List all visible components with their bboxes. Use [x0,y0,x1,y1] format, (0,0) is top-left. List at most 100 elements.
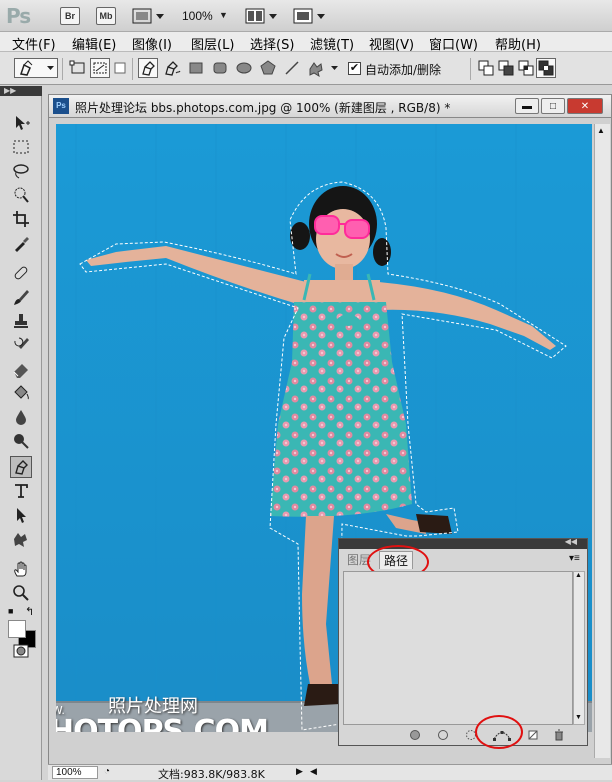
custom-shape-tool[interactable] [10,528,32,550]
paths-list[interactable] [343,571,573,725]
pen-tool-preset-icon [20,60,54,76]
magnifier-icon [13,585,29,601]
document-title: 照片处理论坛 bbs.photops.com.jpg @ 100% (新建图层 … [75,101,451,115]
screen-mode-icon [293,8,325,24]
bridge-button[interactable]: Br [60,7,80,25]
ellipse-tool-button[interactable] [234,58,254,78]
paint-bucket-tool[interactable] [10,382,32,404]
line-icon [285,61,299,75]
separator [62,58,63,80]
menu-bar: 文件(F) 编辑(E) 图像(I) 图层(L) 选择(S) 滤镜(T) 视图(V… [0,32,612,53]
panel-header[interactable]: ◀◀ [339,537,587,549]
scroll-up-icon[interactable]: ▲ [575,572,582,579]
zoom-level[interactable]: 100% [182,9,213,23]
minimize-button[interactable]: ▬ [515,98,539,114]
polygon-tool-button[interactable] [258,58,278,78]
scroll-down-icon[interactable]: ▼ [575,714,582,721]
exclude-overlapping-areas-button[interactable] [536,58,556,78]
status-zoom-field[interactable]: 100% [52,766,98,779]
history-brush-tool[interactable] [10,334,32,356]
rectangle-tool-button[interactable] [186,58,206,78]
spot-healing-tool[interactable] [10,262,32,284]
status-menu-arrow-icon[interactable]: ▶ [296,766,303,777]
menu-image[interactable]: 图像(I) [132,34,172,53]
fill-pixels-icon [114,62,126,74]
menu-file[interactable]: 文件(F) [12,34,56,53]
exclude-area-icon [538,60,554,76]
paths-panel: ◀◀ 图层 路径 ▾≡ ▲ ▼ [338,537,588,749]
vertical-scrollbar[interactable]: ▲ [594,124,610,758]
paths-mode-button[interactable] [90,58,110,78]
menu-window[interactable]: 窗口(W) [429,34,478,53]
zoom-dropdown-icon[interactable]: ▼ [219,10,228,20]
pen-tool-button[interactable] [138,58,158,78]
dodge-tool[interactable] [10,430,32,452]
add-to-shape-area-button[interactable] [476,58,496,78]
menu-help[interactable]: 帮助(H) [495,34,541,53]
eraser-icon [13,364,28,378]
line-tool-button[interactable] [282,58,302,78]
quick-selection-tool[interactable] [10,184,32,206]
collapse-panel-icon[interactable]: ◀◀ [565,537,577,546]
delete-path-button[interactable] [551,727,567,743]
lasso-tool[interactable] [10,160,32,182]
menu-edit[interactable]: 编辑(E) [72,34,116,53]
paths-scrollbar[interactable]: ▲ ▼ [573,571,585,725]
stroke-path-button[interactable] [435,727,451,743]
pen-icon [142,61,155,76]
arrange-documents-dropdown[interactable] [245,7,279,25]
foreground-color-swatch[interactable] [8,620,26,638]
custom-shape-dropdown[interactable] [306,58,342,78]
rounded-rectangle-button[interactable] [210,58,230,78]
paint-bucket-icon [14,385,29,400]
shape-layers-button[interactable] [68,58,88,78]
menu-layer[interactable]: 图层(L) [191,34,234,53]
status-info-icon[interactable]: ◔ [104,766,110,777]
maximize-button[interactable]: □ [541,98,565,114]
default-colors-icon[interactable]: ■ [8,606,13,616]
brush-tool[interactable] [10,286,32,308]
create-new-path-button[interactable] [525,727,541,743]
pen-tool[interactable] [10,456,32,478]
subtract-shape-area-button[interactable] [496,58,516,78]
close-button[interactable]: ✕ [567,98,603,114]
blur-tool[interactable] [10,406,32,428]
menu-select[interactable]: 选择(S) [250,34,294,53]
extras-dropdown[interactable] [132,7,166,25]
marquee-tool[interactable] [10,136,32,158]
blur-drop-icon [16,410,26,425]
auto-add-delete-checkbox[interactable]: ✔ [348,62,361,75]
screen-mode-dropdown[interactable] [293,7,327,25]
panel-menu-icon[interactable]: ▾≡ [569,553,580,564]
tool-preset-picker[interactable] [14,58,58,78]
hand-tool[interactable] [10,558,32,580]
menu-view[interactable]: 视图(V) [369,34,414,53]
intersect-shape-areas-button[interactable] [516,58,536,78]
bandage-icon [14,266,28,280]
swap-colors-icon[interactable]: ↰ [25,605,34,618]
scroll-left-icon[interactable]: ◀ [310,766,317,777]
separator [470,58,471,80]
freeform-pen-button[interactable] [162,58,182,78]
fill-path-button[interactable] [407,727,423,743]
menu-filter[interactable]: 滤镜(T) [310,34,354,53]
mini-bridge-button[interactable]: Mb [96,7,116,25]
type-tool[interactable] [10,480,32,502]
zoom-tool[interactable] [10,582,32,604]
minimize-icon: ▬ [522,100,532,112]
path-selection-tool[interactable] [10,504,32,526]
highlight-circle-make-path [475,715,523,749]
move-tool[interactable] [10,112,32,134]
watermark-line2: PHOTOPS.COM [56,714,269,732]
rectangular-marquee-icon [13,140,29,154]
crop-tool[interactable] [10,208,32,230]
eyedropper-tool[interactable] [10,232,32,254]
clone-stamp-tool[interactable] [10,310,32,332]
trash-icon [555,729,563,741]
fill-pixels-button[interactable] [110,58,130,78]
document-tab[interactable]: Ps 照片处理论坛 bbs.photops.com.jpg @ 100% (新建… [48,94,612,118]
tools-panel-collapse-icon[interactable]: ▶▶ [0,86,42,96]
scroll-up-icon[interactable]: ▲ [597,126,605,135]
eraser-tool[interactable] [10,358,32,380]
quick-mask-button[interactable] [10,640,32,662]
